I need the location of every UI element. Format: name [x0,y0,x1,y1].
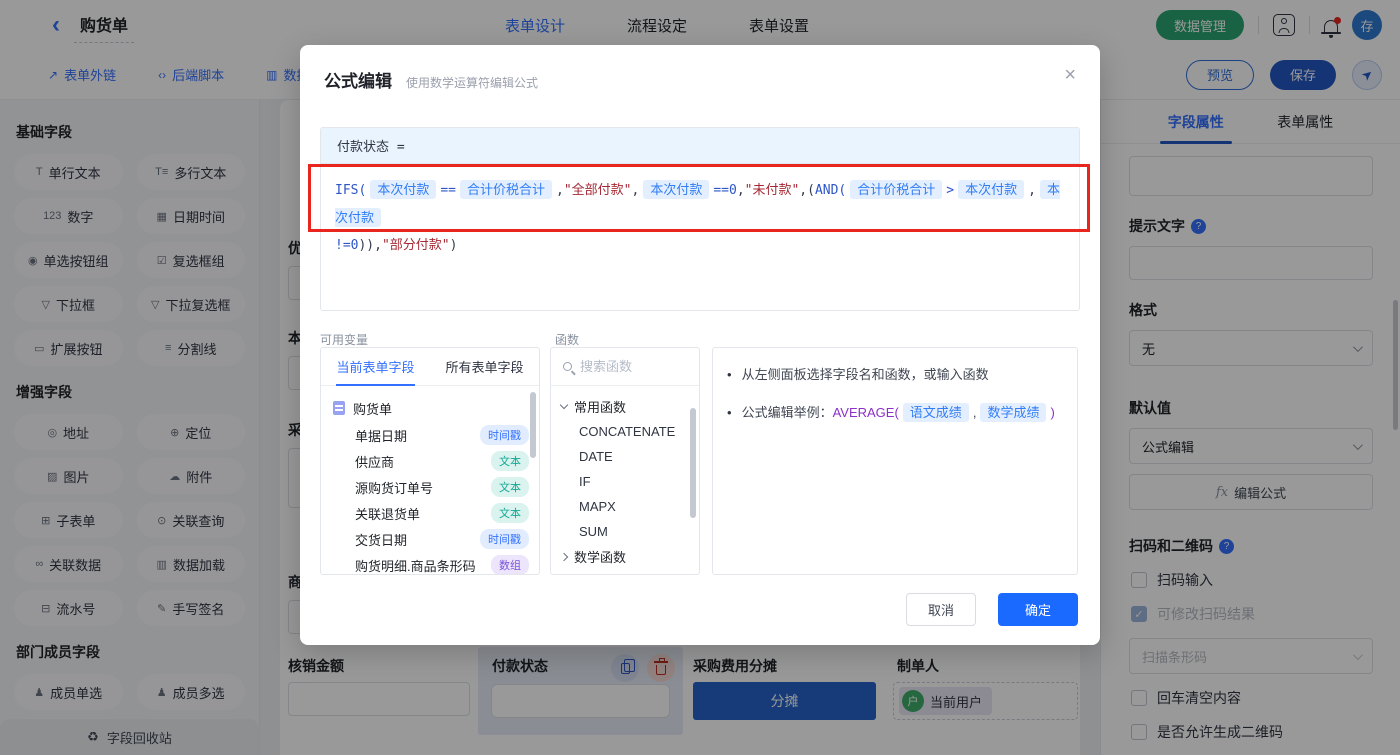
variable-type-badge: 数组 [491,555,529,574]
variable-row[interactable]: 购货明细.商品条形码 数组 [333,552,529,574]
function-item[interactable]: DATE [561,444,689,469]
scrollbar-thumb[interactable] [690,408,696,518]
formula-token-op: !=0 [335,238,359,253]
caret-icon [559,400,569,410]
modal-title: 公式编辑 [324,72,392,91]
variables-tab[interactable]: 所有表单字段 [445,348,523,386]
function-group[interactable]: 常用函数 [559,394,689,419]
function-item[interactable]: CONCATENATE [561,419,689,444]
function-search[interactable] [551,348,699,386]
variable-type-badge: 时间戳 [480,529,529,549]
formula-token-chip[interactable]: 本次付款 [958,180,1025,199]
variable-name: 交货日期 [355,532,408,548]
formula-token-pln: , [556,183,564,198]
variable-name: 源购货订单号 [355,480,434,496]
form-doc-icon [333,401,345,415]
form-root-label: 购货单 [353,401,393,417]
formula-token-op: > [946,183,955,198]
variables-pane-label: 可用变量 [320,333,369,347]
field-chip: 语文成绩 [902,403,969,422]
formula-token-chip[interactable]: 本次付款 [370,180,437,199]
function-group[interactable]: 数学函数 [559,544,689,569]
search-icon [563,362,572,371]
function-item[interactable]: IF [561,469,689,494]
formula-token-op: == [440,183,456,198]
formula-target: 付款状态 = [321,128,1079,164]
formula-token-pln: , [736,183,745,198]
help-line-2: 公式编辑举例：AVERAGE(语文成绩, 数学成绩) [741,403,1055,422]
variable-row[interactable]: 交货日期 时间戳 [333,526,529,552]
variable-row[interactable]: 单据日期 时间戳 [333,422,529,448]
variable-type-badge: 文本 [491,503,529,523]
variables-tab[interactable]: 当前表单字段 [336,348,415,386]
function-search-input[interactable] [580,359,680,374]
formula-token-fn: AND( [814,183,847,198]
function-group[interactable]: 文本函数 [561,569,689,574]
variables-panel: 当前表单字段 所有表单字段 购货单 单据日期 时间戳 供应商 文本 源购货订单号 文本 关联退货… [320,347,540,575]
formula-editor[interactable]: 付款状态 = IFS(本次付款 == 合计价税合计 ,"全部付款", 本次付款 ==0,"… [320,127,1080,311]
formula-token-fn: IFS( [335,183,367,198]
formula-token-pln: , [631,183,640,198]
cancel-button[interactable]: 取消 [906,593,976,626]
formula-token-pln: )), [358,238,382,253]
function-group-label: 文本函数 [574,572,626,574]
field-chip: 数学成绩 [980,403,1047,422]
variable-type-badge: 文本 [491,451,529,471]
formula-token-pln: ) [449,238,458,253]
formula-token-chip[interactable]: 合计价税合计 [459,180,552,199]
modal-subtitle: 使用数学运算符编辑公式 [406,76,539,90]
variable-name: 单据日期 [355,428,408,444]
formula-token-op: ==0 [713,183,737,198]
example-function: AVERAGE( [832,405,899,420]
form-tree-root[interactable]: 购货单 [333,394,529,422]
scrollbar-thumb[interactable] [530,392,536,458]
formula-expression[interactable]: IFS(本次付款 == 合计价税合计 ,"全部付款", 本次付款 ==0,"未付款",(A… [321,164,1079,271]
variable-row[interactable]: 源购货订单号 文本 [333,474,529,500]
variable-type-badge: 文本 [491,477,529,497]
formula-token-chip[interactable]: 合计价税合计 [850,180,943,199]
help-line-1: 从左侧面板选择字段名和函数，或输入函数 [741,367,989,382]
function-group-label: 常用函数 [574,400,627,415]
confirm-button[interactable]: 确定 [998,593,1078,626]
formula-help-panel: • 从左侧面板选择字段名和函数，或输入函数 • 公式编辑举例：AVERAGE(语… [712,347,1078,575]
variable-type-badge: 时间戳 [480,425,529,445]
function-item[interactable]: MAPX [561,494,689,519]
formula-token-str: "未付款" [744,183,800,198]
functions-panel: 常用函数 CONCATENATEDATEIFMAPXSUM 数学函数文本函数 [550,347,700,575]
formula-token-str: "部分付款" [381,238,450,253]
close-icon[interactable]: × [1064,65,1076,85]
formula-token-pln: , [1028,183,1036,198]
functions-pane-label: 函数 [555,333,580,347]
bullet: • [727,367,732,382]
variable-name: 关联退货单 [355,506,421,522]
function-group-label: 数学函数 [574,550,627,565]
formula-token-pln: ,( [799,183,815,198]
bullet: • [727,405,732,420]
caret-icon [559,552,569,561]
function-item[interactable]: SUM [561,519,689,544]
variable-name: 供应商 [355,454,395,470]
formula-editor-modal: 公式编辑 使用数学运算符编辑公式 × 付款状态 = IFS(本次付款 == 合计价税… [300,45,1100,645]
variable-row[interactable]: 关联退货单 文本 [333,500,529,526]
variable-row[interactable]: 供应商 文本 [333,448,529,474]
formula-token-chip[interactable]: 本次付款 [643,180,710,199]
formula-token-str: "全部付款" [563,183,632,198]
variable-name: 购货明细.商品条形码 [355,558,476,574]
